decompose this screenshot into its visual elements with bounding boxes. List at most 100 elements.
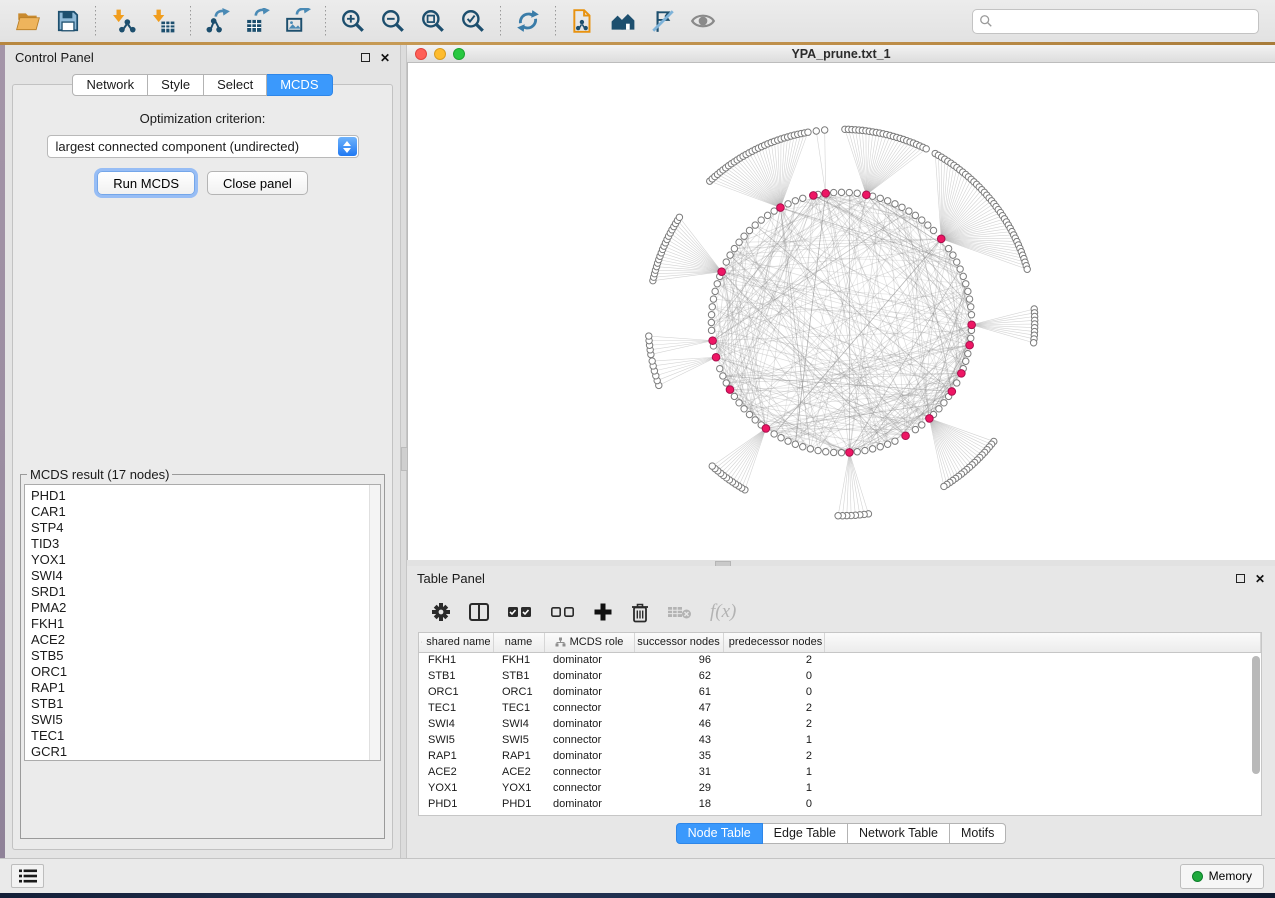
- zoom-selected-button[interactable]: [455, 3, 491, 39]
- column-hierarchy-icon: [421, 637, 422, 647]
- mcds-node-item[interactable]: PMA2: [31, 600, 380, 616]
- save-session-button[interactable]: [50, 3, 86, 39]
- select-all-columns-button[interactable]: [507, 600, 533, 624]
- mcds-node-item[interactable]: TID3: [31, 536, 380, 552]
- zoom-out-button[interactable]: [375, 3, 411, 39]
- export-network-button[interactable]: [200, 3, 236, 39]
- tab-node-table[interactable]: Node Table: [676, 823, 763, 844]
- tab-style[interactable]: Style: [148, 74, 204, 96]
- run-mcds-button[interactable]: Run MCDS: [97, 171, 195, 195]
- float-panel-icon[interactable]: [361, 53, 370, 62]
- table-scrollbar[interactable]: [1251, 654, 1260, 814]
- table-row[interactable]: STB1STB1dominator620: [419, 668, 1261, 684]
- close-panel-button[interactable]: Close panel: [207, 171, 308, 195]
- export-table-button[interactable]: [240, 3, 276, 39]
- open-network-file-button[interactable]: [565, 3, 601, 39]
- tab-network-table[interactable]: Network Table: [848, 823, 950, 844]
- mcds-node-item[interactable]: ACE2: [31, 632, 380, 648]
- table-row[interactable]: YOX1YOX1connector291: [419, 780, 1261, 796]
- table-row[interactable]: SWI5SWI5connector431: [419, 732, 1261, 748]
- mcds-node-item[interactable]: PHD1: [31, 488, 380, 504]
- column-header-successor-nodes[interactable]: successor nodes: [634, 633, 723, 652]
- import-table-button[interactable]: [145, 3, 181, 39]
- mcds-result-list[interactable]: PHD1CAR1STP4TID3YOX1SWI4SRD1PMA2FKH1ACE2…: [24, 484, 381, 761]
- table-row[interactable]: ACE2ACE2connector311: [419, 764, 1261, 780]
- deselect-all-columns-button[interactable]: [550, 600, 576, 624]
- main-toolbar: [0, 0, 1275, 42]
- table-panel-header: Table Panel ✕: [407, 566, 1275, 591]
- refresh-icon: [515, 8, 541, 34]
- optimization-criterion-label: Optimization criterion:: [13, 111, 392, 126]
- network-title: YPA_prune.txt_1: [407, 47, 1275, 61]
- table-row[interactable]: RAP1RAP1dominator352: [419, 748, 1261, 764]
- import-network-icon: [110, 8, 136, 34]
- column-hierarchy-icon: [555, 637, 566, 647]
- mcds-list-scrollbar[interactable]: [369, 485, 380, 760]
- tab-motifs[interactable]: Motifs: [950, 823, 1006, 844]
- show-log-button[interactable]: [11, 864, 44, 888]
- criterion-dropdown[interactable]: largest connected component (undirected): [47, 135, 359, 158]
- plus-icon: [593, 602, 613, 622]
- dropdown-stepper-icon: [338, 137, 357, 156]
- column-header-shared-name[interactable]: shared name: [419, 633, 493, 652]
- close-panel-icon[interactable]: ✕: [380, 52, 390, 64]
- mcds-node-item[interactable]: SWI4: [31, 568, 380, 584]
- tab-edge-table[interactable]: Edge Table: [763, 823, 848, 844]
- columns-icon: [468, 602, 490, 622]
- tab-network[interactable]: Network: [72, 74, 148, 96]
- tab-select[interactable]: Select: [204, 74, 267, 96]
- mcds-node-item[interactable]: YOX1: [31, 552, 380, 568]
- vertical-splitter[interactable]: [400, 45, 407, 858]
- apply-layout-button[interactable]: [510, 3, 546, 39]
- search-icon: [979, 14, 993, 28]
- mcds-node-item[interactable]: SWI5: [31, 712, 380, 728]
- table-row[interactable]: PHD1PHD1dominator180: [419, 796, 1261, 812]
- criterion-value: largest connected component (undirected): [56, 139, 358, 154]
- open-session-button[interactable]: [10, 3, 46, 39]
- mcds-node-item[interactable]: FKH1: [31, 616, 380, 632]
- export-image-button[interactable]: [280, 3, 316, 39]
- column-header-mcds-role[interactable]: MCDS role: [544, 633, 634, 652]
- zoom-fit-button[interactable]: [415, 3, 451, 39]
- show-columns-button[interactable]: [468, 600, 490, 624]
- gear-icon: [431, 602, 451, 622]
- table-row[interactable]: FKH1FKH1dominator962: [419, 652, 1261, 668]
- close-panel-icon[interactable]: ✕: [1255, 573, 1265, 585]
- mcds-node-item[interactable]: STB1: [31, 696, 380, 712]
- delete-column-button[interactable]: [630, 600, 650, 624]
- zoom-in-icon: [340, 8, 366, 34]
- mcds-node-item[interactable]: STP4: [31, 520, 380, 536]
- mcds-node-item[interactable]: STB5: [31, 648, 380, 664]
- destroy-table-button[interactable]: [667, 600, 693, 624]
- table-row[interactable]: SWI4SWI4dominator462: [419, 716, 1261, 732]
- mcds-node-item[interactable]: SRD1: [31, 584, 380, 600]
- network-canvas[interactable]: [407, 63, 1275, 560]
- desktop-wallpaper-strip: [0, 893, 1275, 898]
- table-settings-button[interactable]: [431, 600, 451, 624]
- zoom-out-icon: [380, 8, 406, 34]
- mcds-node-item[interactable]: TEC1: [31, 728, 380, 744]
- table-panel: Table Panel ✕ f(x): [407, 566, 1275, 858]
- tab-mcds[interactable]: MCDS: [267, 74, 332, 96]
- mcds-node-item[interactable]: RAP1: [31, 680, 380, 696]
- table-scrollbar-thumb[interactable]: [1252, 656, 1260, 774]
- zoom-in-button[interactable]: [335, 3, 371, 39]
- function-builder-button[interactable]: f(x): [710, 600, 736, 624]
- column-header-predecessor-nodes[interactable]: predecessor nodes: [723, 633, 824, 652]
- table-row[interactable]: ORC1ORC1dominator610: [419, 684, 1261, 700]
- table-row[interactable]: TEC1TEC1connector472: [419, 700, 1261, 716]
- node-table: shared name name MCDS role successor nod…: [419, 633, 1261, 812]
- search-input[interactable]: [993, 14, 1252, 28]
- memory-button[interactable]: Memory: [1180, 864, 1264, 889]
- column-header-name[interactable]: name: [493, 633, 544, 652]
- create-column-button[interactable]: [593, 600, 613, 624]
- mcds-node-item[interactable]: ORC1: [31, 664, 380, 680]
- show-hidden-button[interactable]: [685, 3, 721, 39]
- import-network-button[interactable]: [105, 3, 141, 39]
- float-panel-icon[interactable]: [1236, 574, 1245, 583]
- control-panel-tabs: Network Style Select MCDS: [5, 74, 400, 96]
- hide-annotations-button[interactable]: [645, 3, 681, 39]
- show-networks-button[interactable]: [605, 3, 641, 39]
- mcds-node-item[interactable]: GCR1: [31, 744, 380, 760]
- mcds-node-item[interactable]: CAR1: [31, 504, 380, 520]
